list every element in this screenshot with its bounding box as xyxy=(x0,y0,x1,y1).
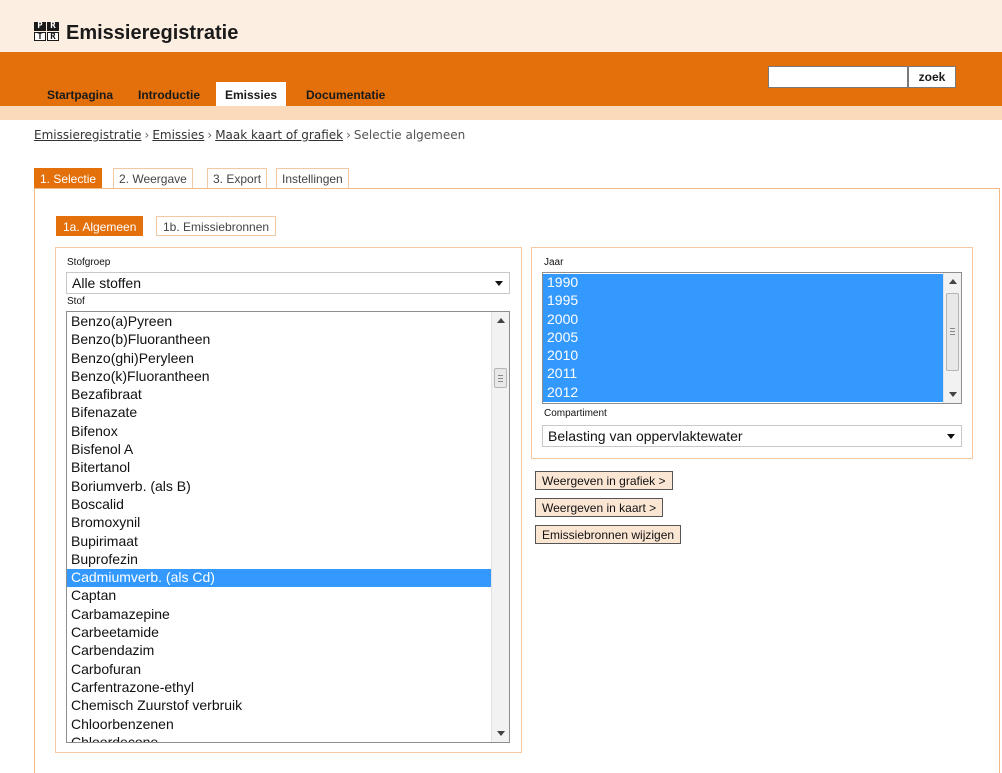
grip-line xyxy=(498,381,503,382)
tab-instellingen[interactable]: Instellingen xyxy=(276,168,349,188)
jaar-option[interactable]: 2000 xyxy=(543,310,961,329)
jaar-option[interactable]: 1990 xyxy=(543,274,961,293)
stof-option[interactable]: Chloordecone xyxy=(67,734,509,742)
chevron-down-icon xyxy=(495,281,503,286)
main-nav: Startpagina Introductie Emissies Documen… xyxy=(0,52,1002,106)
subtab-algemeen[interactable]: 1a. Algemeen xyxy=(56,216,144,236)
breadcrumb-link-emissieregistratie[interactable]: Emissieregistratie xyxy=(34,128,142,142)
stof-option[interactable]: Chloorbenzenen xyxy=(67,716,509,734)
stof-option[interactable]: Benzo(b)Fluorantheen xyxy=(67,331,509,349)
stof-option[interactable]: Buprofezin xyxy=(67,551,509,569)
scroll-thumb[interactable] xyxy=(946,293,959,371)
stof-option[interactable]: Bisfenol A xyxy=(67,441,509,459)
jaar-option[interactable]: 2005 xyxy=(543,328,961,348)
tab-export[interactable]: 3. Export xyxy=(207,168,268,188)
logo-letter: T xyxy=(34,32,46,42)
grip-line xyxy=(950,334,955,335)
compartiment-select[interactable]: Belasting van oppervlaktewater xyxy=(542,425,962,447)
jaar-option[interactable]: 2010 xyxy=(543,347,961,366)
stof-option[interactable]: Bifenazate xyxy=(67,404,509,422)
stof-option[interactable]: Bupirimaat xyxy=(67,533,509,551)
stof-option[interactable]: Carbamazepine xyxy=(67,606,509,624)
stof-option[interactable]: Benzo(a)Pyreen xyxy=(67,313,509,331)
stof-label: Stof xyxy=(67,296,85,307)
weergeven-kaart-button[interactable]: Weergeven in kaart > xyxy=(535,498,664,517)
search-button[interactable]: zoek xyxy=(908,66,956,88)
prtr-logo: P R T R xyxy=(34,22,60,42)
breadcrumb-separator: › xyxy=(346,128,351,142)
weergeven-grafiek-button[interactable]: Weergeven in grafiek > xyxy=(535,471,673,490)
stof-option[interactable]: Cadmiumverb. (als Cd) xyxy=(67,569,509,588)
emissiebronnen-wijzigen-button[interactable]: Emissiebronnen wijzigen xyxy=(535,525,682,544)
stof-option[interactable]: Chemisch Zuurstof verbruik xyxy=(67,697,509,715)
breadcrumb-link-maak-kaart[interactable]: Maak kaart of grafiek xyxy=(215,128,343,142)
scroll-up-icon[interactable] xyxy=(949,279,957,284)
scroll-up-icon[interactable] xyxy=(497,318,505,323)
jaar-option[interactable]: 2012 xyxy=(543,383,961,403)
nav-startpagina[interactable]: Startpagina xyxy=(38,82,122,106)
breadcrumb-link-emissies[interactable]: Emissies xyxy=(152,128,204,142)
jaar-label: Jaar xyxy=(544,257,564,268)
subtab-emissiebronnen[interactable]: 1b. Emissiebronnen xyxy=(156,216,277,236)
stofgroep-value: Alle stoffen xyxy=(72,275,142,291)
stof-option[interactable]: Carbendazim xyxy=(67,642,509,660)
stof-option[interactable]: Bitertanol xyxy=(67,459,509,477)
stof-option[interactable]: Carbeetamide xyxy=(67,624,509,642)
nav-emissies[interactable]: Emissies xyxy=(216,82,287,106)
jaar-option[interactable]: 1995 xyxy=(543,292,961,311)
nav-introductie[interactable]: Introductie xyxy=(129,82,209,106)
stof-option[interactable]: Bromoxynil xyxy=(67,514,509,532)
stof-option[interactable]: Benzo(ghi)Peryleen xyxy=(67,350,509,368)
logo-letter: P xyxy=(34,22,46,31)
search-input[interactable] xyxy=(768,66,908,88)
tab-weergave[interactable]: 2. Weergave xyxy=(113,168,193,188)
logo-letter: R xyxy=(47,32,59,42)
site-header: P R T R Emissieregistratie xyxy=(0,0,1002,52)
compartiment-value: Belasting van oppervlaktewater xyxy=(548,428,743,444)
nav-underbar xyxy=(0,106,1002,120)
stof-option[interactable]: Bezafibraat xyxy=(67,386,509,404)
stof-option[interactable]: Bifenox xyxy=(67,423,509,441)
jaar-scrollbar[interactable] xyxy=(943,273,961,403)
tab-selectie[interactable]: 1. Selectie xyxy=(34,168,103,188)
stof-option[interactable]: Carbofuran xyxy=(67,661,509,679)
stofgroep-select[interactable]: Alle stoffen xyxy=(66,272,510,294)
scroll-down-icon[interactable] xyxy=(497,731,505,736)
grip-line xyxy=(498,378,503,379)
nav-documentatie[interactable]: Documentatie xyxy=(297,82,394,106)
scroll-down-icon[interactable] xyxy=(949,392,957,397)
site-title[interactable]: Emissieregistratie xyxy=(66,22,238,45)
stof-option[interactable]: Carfentrazone-ethyl xyxy=(67,679,509,697)
stof-option[interactable]: Benzo(k)Fluorantheen xyxy=(67,368,509,386)
stof-listbox[interactable]: Benzo(a)Pyreen Benzo(b)Fluorantheen Benzo(… xyxy=(66,311,510,743)
stof-scrollbar[interactable] xyxy=(491,312,509,742)
stof-option[interactable]: Boriumverb. (als B) xyxy=(67,478,509,496)
chevron-down-icon xyxy=(947,434,955,439)
jaar-listbox[interactable]: 1990 1995 2000 2005 2010 2011 2012 xyxy=(542,272,962,404)
breadcrumb-separator: › xyxy=(207,128,213,142)
scroll-thumb[interactable] xyxy=(494,368,507,388)
grip-line xyxy=(950,328,955,329)
breadcrumb-current: Selectie algemeen xyxy=(353,128,466,142)
stof-option[interactable]: Captan xyxy=(67,587,509,605)
jaar-option[interactable]: 2011 xyxy=(543,365,961,384)
stof-list: Benzo(a)Pyreen Benzo(b)Fluorantheen Benzo(… xyxy=(67,312,509,742)
compartiment-label: Compartiment xyxy=(544,408,607,419)
stofgroep-label: Stofgroep xyxy=(67,257,111,268)
grip-line xyxy=(498,375,503,376)
breadcrumb: Emissieregistratie › Emissies › Maak kaart o… xyxy=(34,128,465,142)
logo-letter: R xyxy=(47,22,59,31)
jaar-list: 1990 1995 2000 2005 2010 2011 2012 xyxy=(543,273,961,403)
grip-line xyxy=(950,331,955,332)
breadcrumb-separator: › xyxy=(144,128,150,142)
stof-option[interactable]: Boscalid xyxy=(67,496,509,514)
